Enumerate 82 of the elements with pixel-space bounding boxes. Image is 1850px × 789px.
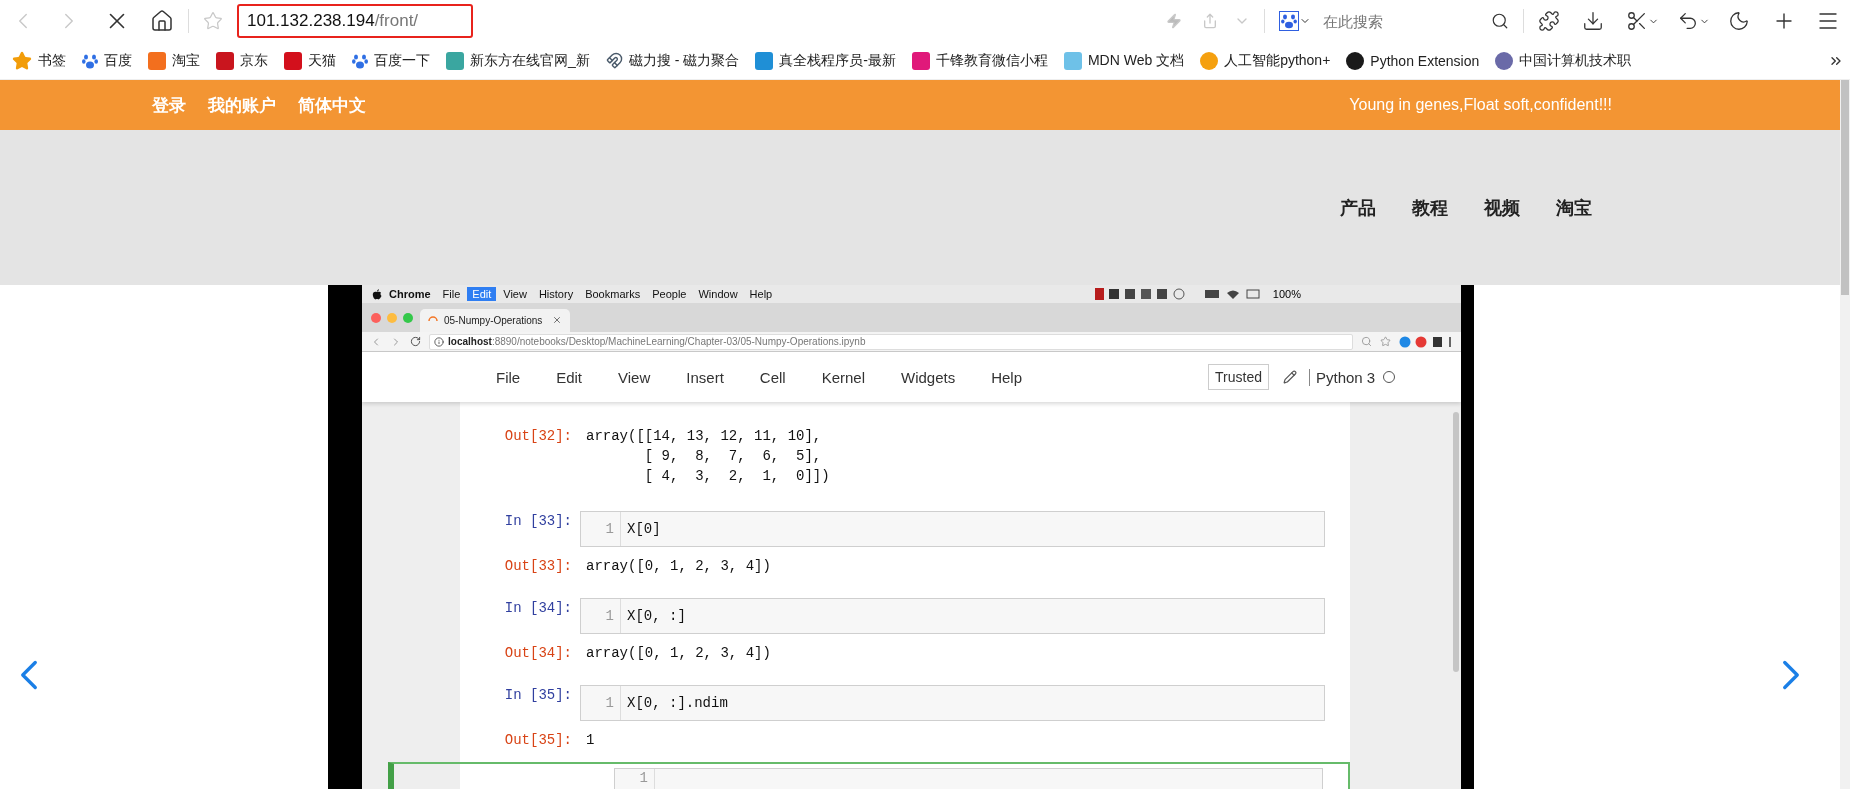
code-cell[interactable]: 1 X[0, :] <box>580 598 1325 634</box>
undo-icon[interactable] <box>1677 10 1699 32</box>
battery-label: 100% <box>1272 288 1301 300</box>
extension-icons-drawing <box>1399 335 1453 348</box>
reload-icon[interactable] <box>410 336 421 347</box>
menu-item[interactable]: Window <box>693 287 743 301</box>
code-cell[interactable]: 1 X[0] <box>580 511 1325 547</box>
bookmark-link[interactable]: 京东 <box>216 51 268 70</box>
star-icon[interactable] <box>1380 336 1391 347</box>
nav-link[interactable]: 视频 <box>1484 195 1520 220</box>
tagline: Young in genes,Float soft,confident!!! <box>1349 96 1612 114</box>
code-text: X[0, :] <box>626 608 686 624</box>
bookmark-link[interactable]: 中国计算机技术职 <box>1495 51 1632 70</box>
address-field[interactable]: 101.132.238.194/front/ <box>237 4 473 38</box>
tab-title: 05-Numpy-Operations <box>444 315 543 326</box>
apple-icon <box>372 288 382 300</box>
notebook-menu-item[interactable]: Insert <box>686 368 724 386</box>
browser-tab[interactable]: 05-Numpy-Operations <box>420 309 570 332</box>
nav-link[interactable]: 产品 <box>1340 195 1376 220</box>
line-number: 1 <box>581 686 621 720</box>
line-number: 1 <box>581 599 621 633</box>
home-icon[interactable] <box>150 9 174 33</box>
bookmark-link[interactable]: 书签 <box>12 50 66 71</box>
input-prompt: In [35]: <box>503 686 573 705</box>
bookmark-link[interactable]: 人工智能python+ <box>1200 51 1331 70</box>
bookmark-link[interactable]: 天猫 <box>284 51 336 70</box>
notebook-menu-item[interactable]: Kernel <box>821 368 865 386</box>
info-icon <box>434 336 444 347</box>
bookmark-link[interactable]: 新东方在线官网_新 <box>446 51 590 70</box>
nav-link[interactable]: 淘宝 <box>1556 195 1592 220</box>
paw-icon[interactable] <box>1279 11 1299 31</box>
menu-item[interactable]: Bookmarks <box>580 287 646 301</box>
bookmark-link[interactable]: 磁力搜 - 磁力聚合 <box>605 51 740 70</box>
kernel-name: Python 3 <box>1309 368 1376 386</box>
bookmark-link[interactable]: 真全栈程序员-最新 <box>755 51 896 70</box>
line-number: 1 <box>615 769 655 789</box>
menu-item[interactable]: View <box>498 287 532 301</box>
search-icon[interactable] <box>1491 12 1509 30</box>
menu-item[interactable]: Chrome <box>384 287 436 301</box>
moon-icon[interactable] <box>1728 10 1750 32</box>
output-prompt: Out[35]: <box>503 731 573 750</box>
cell-output: 1 <box>586 731 595 750</box>
bookmark-link[interactable]: MDN Web 文档 <box>1063 51 1185 70</box>
notebook-menu-item[interactable]: File <box>496 368 521 386</box>
code-text: X[0, :].ndim <box>626 695 728 711</box>
window-controls-drawing <box>370 311 414 324</box>
menu-item[interactable]: History <box>533 287 579 301</box>
pencil-icon[interactable] <box>1283 370 1297 384</box>
notebook-menu-item[interactable]: Cell <box>759 368 786 386</box>
bookmark-link[interactable]: 淘宝 <box>148 51 200 70</box>
download-icon[interactable] <box>1582 10 1604 32</box>
code-cell[interactable]: 1 X[0, :].ndim <box>580 685 1325 721</box>
notebook-menu-item[interactable]: Edit <box>556 368 583 386</box>
notebook-menu-item[interactable]: Help <box>991 368 1023 386</box>
output-prompt: Out[32]: <box>503 427 573 446</box>
code-text: X[0] <box>626 521 661 537</box>
nav-link[interactable]: 教程 <box>1412 195 1448 220</box>
line-number: 1 <box>581 512 621 546</box>
scissors-icon[interactable] <box>1626 10 1648 32</box>
bookmark-link[interactable]: 百度一下 <box>352 51 430 70</box>
notebook-menu-item[interactable]: View <box>618 368 651 386</box>
puzzle-icon[interactable] <box>1538 10 1560 32</box>
bookmark-link[interactable]: 百度 <box>82 51 132 70</box>
input-prompt: In [33]: <box>503 512 573 531</box>
menu-item[interactable]: Help <box>744 287 778 301</box>
output-prompt: Out[34]: <box>503 644 573 663</box>
output-prompt: Out[33]: <box>503 557 573 576</box>
input-prompt: In [34]: <box>503 599 573 618</box>
menu-item[interactable]: File <box>437 287 466 301</box>
bookmark-link[interactable]: 千锋教育微信小程 <box>911 51 1048 70</box>
cell-output: array([0, 1, 2, 3, 4]) <box>586 644 771 663</box>
menu-item[interactable]: Edit <box>467 287 497 301</box>
star-icon[interactable] <box>203 11 223 31</box>
cell-output: array([[14, 13, 12, 11, 10], [ 9, 8, 7, 6, 5], [ 4, 3, 2, 1, 0]]) <box>586 427 830 486</box>
scrollbar[interactable] <box>1453 412 1459 672</box>
menu-item[interactable]: People <box>647 287 692 301</box>
bookmark-link[interactable]: Python Extension <box>1346 51 1480 70</box>
cell-output: array([0, 1, 2, 3, 4]) <box>586 557 771 576</box>
page-scrollbar[interactable] <box>1840 80 1850 789</box>
trusted-badge[interactable]: Trusted <box>1208 364 1269 390</box>
notebook-menu-item[interactable]: Widgets <box>901 368 956 386</box>
url-field[interactable]: localhost:8890/notebooks/Desktop/MachineLearning/Chapter-03/05-Numpy-Operations.ipynb <box>429 333 1353 350</box>
